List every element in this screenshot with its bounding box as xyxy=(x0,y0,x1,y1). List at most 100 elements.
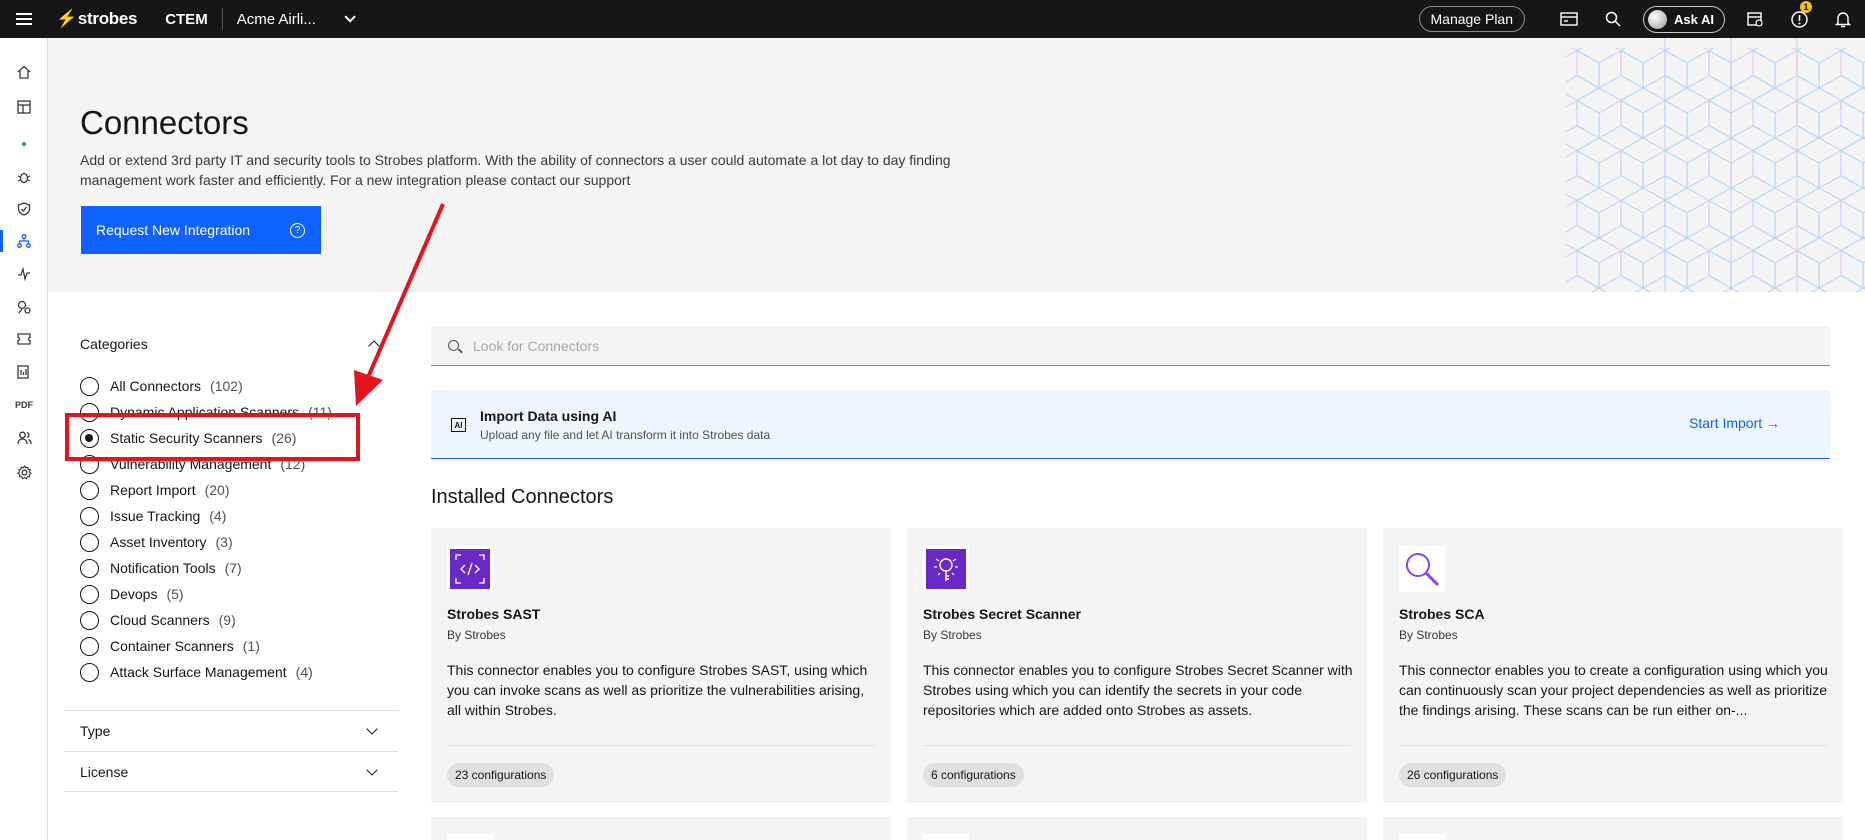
radio-button[interactable] xyxy=(80,480,99,500)
rail-settings[interactable] xyxy=(0,459,48,485)
ai-orb-icon xyxy=(1648,9,1668,29)
ask-ai-button[interactable]: Ask AI xyxy=(1643,5,1725,33)
configurations-tag[interactable]: 26 configurations xyxy=(1399,763,1507,787)
help-icon: ? xyxy=(290,223,305,238)
radio-button[interactable] xyxy=(80,662,99,682)
category-option[interactable]: Issue Tracking (4) xyxy=(80,506,226,526)
connector-search-input[interactable]: Look for Connectors xyxy=(431,326,1830,366)
page-description: Add or extend 3rd party IT and security … xyxy=(80,152,951,188)
connector-description: This connector enables you to configure … xyxy=(923,662,1353,718)
connector-card-partial[interactable] xyxy=(907,817,1367,840)
code-icon xyxy=(450,549,490,589)
category-option[interactable]: Notification Tools (7) xyxy=(80,558,242,578)
rail-connectors[interactable] xyxy=(0,228,48,254)
rail-pdf[interactable]: PDF xyxy=(0,392,48,418)
connector-name[interactable]: Strobes Secret Scanner xyxy=(923,606,1081,622)
calendar-button[interactable] xyxy=(1733,0,1777,38)
request-new-integration-button[interactable]: Request New Integration ? xyxy=(81,206,321,254)
connector-logo xyxy=(447,834,493,840)
chevron-down-icon xyxy=(366,723,378,735)
connector-name[interactable]: Strobes SCA xyxy=(1399,606,1485,622)
hexagon-pattern-illustration xyxy=(1565,38,1865,292)
search-placeholder: Look for Connectors xyxy=(473,337,600,354)
radio-button[interactable] xyxy=(80,506,99,526)
menu-icon xyxy=(16,13,32,25)
radio-button[interactable] xyxy=(80,584,99,604)
rail-home[interactable] xyxy=(0,59,48,85)
category-option[interactable]: Report Import (20) xyxy=(80,480,230,500)
rail-vulnerabilities[interactable] xyxy=(0,164,48,190)
insights-icon xyxy=(17,300,31,314)
rail-status[interactable] xyxy=(0,131,48,157)
side-rail: PDF xyxy=(0,38,48,840)
connector-vendor: By Strobes xyxy=(1399,628,1458,642)
rail-reports[interactable] xyxy=(0,359,48,385)
info-button[interactable]: 1 xyxy=(1777,0,1821,38)
search-icon xyxy=(448,340,459,351)
radio-button[interactable] xyxy=(80,532,99,552)
rail-activity[interactable] xyxy=(0,261,48,287)
connector-description: This connector enables you to create a c… xyxy=(1399,662,1828,718)
billing-icon xyxy=(1560,12,1578,26)
category-option[interactable]: All Connectors (102) xyxy=(80,376,243,396)
license-label: License xyxy=(80,763,129,780)
license-filter-accordion[interactable]: License xyxy=(64,751,398,792)
category-option[interactable]: Cloud Scanners (9) xyxy=(80,610,236,630)
manage-plan-button[interactable]: Manage Plan xyxy=(1418,6,1526,32)
dot-icon xyxy=(22,142,26,146)
report-icon xyxy=(17,365,29,379)
radio-button[interactable] xyxy=(80,610,99,630)
bell-icon xyxy=(1835,11,1851,27)
radio-button[interactable] xyxy=(80,558,99,578)
type-label: Type xyxy=(80,723,111,739)
configurations-tag[interactable]: 6 configurations xyxy=(923,763,1024,787)
category-option[interactable]: Devops (5) xyxy=(80,584,184,604)
connector-card-partial[interactable] xyxy=(431,817,891,840)
dashboard-icon xyxy=(17,100,31,114)
type-filter-accordion[interactable]: Type xyxy=(64,710,398,751)
connectors-icon xyxy=(17,234,31,248)
billing-button[interactable] xyxy=(1547,0,1591,38)
radio-button[interactable] xyxy=(80,376,99,396)
chevron-up-icon[interactable] xyxy=(368,340,380,352)
users-icon xyxy=(16,431,32,445)
configurations-tag[interactable]: 23 configurations xyxy=(447,763,555,787)
rail-dashboard[interactable] xyxy=(0,94,48,120)
notifications-button[interactable] xyxy=(1821,0,1865,38)
connector-card[interactable]: Strobes Secret Scanner By Strobes This c… xyxy=(907,528,1367,803)
search-button[interactable] xyxy=(1591,0,1635,38)
notification-badge: 1 xyxy=(1800,1,1812,13)
calendar-icon xyxy=(1747,12,1763,27)
connector-card[interactable]: Strobes SAST By Strobes This connector e… xyxy=(431,528,891,803)
installed-connectors-heading: Installed Connectors xyxy=(431,486,614,508)
connector-vendor: By Strobes xyxy=(923,628,982,642)
org-selector-label[interactable]: Acme Airli... xyxy=(237,11,316,28)
rail-users[interactable] xyxy=(0,425,48,451)
page-title: Connectors xyxy=(80,104,249,141)
connector-vendor: By Strobes xyxy=(447,628,506,642)
categories-heading[interactable]: Categories xyxy=(80,336,148,352)
menu-button[interactable] xyxy=(0,0,48,38)
annotation-highlight-box xyxy=(65,413,360,461)
start-import-link[interactable]: Start Import → xyxy=(1689,415,1780,431)
rail-remediation[interactable] xyxy=(0,196,48,222)
connector-description: This connector enables you to configure … xyxy=(447,662,868,718)
category-option[interactable]: Container Scanners (1) xyxy=(80,636,260,656)
bug-icon xyxy=(17,172,31,184)
connector-card[interactable]: Strobes SCA By Strobes This connector en… xyxy=(1383,528,1843,803)
divider xyxy=(1399,745,1827,746)
rail-tickets[interactable] xyxy=(0,326,48,352)
key-scan-icon xyxy=(926,549,966,589)
category-option[interactable]: Asset Inventory (3) xyxy=(80,532,233,552)
product-name[interactable]: CTEM xyxy=(165,11,208,28)
connector-card-partial[interactable] xyxy=(1383,817,1843,840)
rail-insights[interactable] xyxy=(0,294,48,320)
chevron-down-icon[interactable] xyxy=(344,11,356,23)
connector-name[interactable]: Strobes SAST xyxy=(447,606,540,622)
divider xyxy=(447,745,875,746)
ai-icon: AI xyxy=(451,418,466,432)
category-option[interactable]: Attack Surface Management (4) xyxy=(80,662,313,682)
brand-logo[interactable]: ⚡strobes xyxy=(56,9,137,29)
connector-logo xyxy=(923,546,969,592)
radio-button[interactable] xyxy=(80,636,99,656)
